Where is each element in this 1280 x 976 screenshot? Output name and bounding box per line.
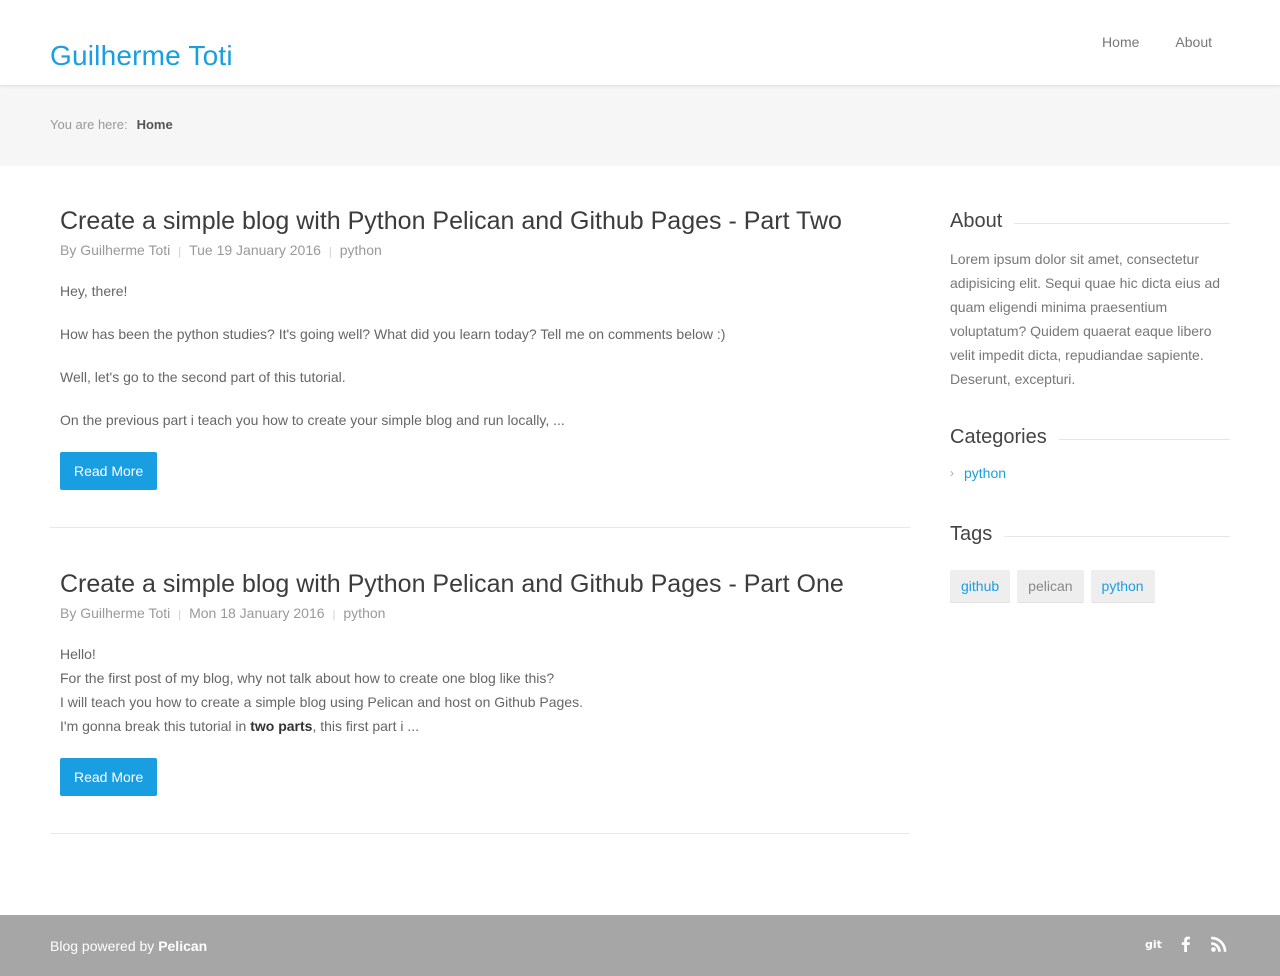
post-line: Hello! bbox=[60, 646, 96, 662]
breadcrumb: You are here: Home bbox=[50, 117, 173, 132]
footer-credit-text: Blog powered by bbox=[50, 938, 159, 954]
post-paragraph: Well, let's go to the second part of thi… bbox=[60, 369, 346, 385]
post-title-link[interactable]: Create a simple blog with Python Pelican… bbox=[60, 569, 910, 599]
post-summary: Create a simple blog with Python Pelican… bbox=[60, 206, 910, 490]
post-meta: By Guilherme Toti | Mon 18 January 2016 | py… bbox=[60, 605, 910, 621]
sidebar-tags: Tags github pelican python bbox=[950, 523, 1230, 602]
category-item[interactable]: › python bbox=[950, 465, 1230, 481]
main-nav: Home About bbox=[1102, 34, 1212, 50]
post-line-bold: two parts bbox=[250, 718, 313, 734]
sidebar-categories: Categories › python bbox=[950, 426, 1230, 481]
site-title-link[interactable]: Guilherme Toti bbox=[50, 40, 233, 72]
post-divider bbox=[50, 527, 910, 528]
site-footer: Blog powered by Pelican git bbox=[0, 915, 1280, 976]
tag-list: github pelican python bbox=[950, 570, 1230, 602]
pelican-link[interactable]: Pelican bbox=[158, 938, 207, 954]
about-text: Lorem ipsum dolor sit amet, consectetur … bbox=[950, 251, 1221, 387]
post-author-link[interactable]: By Guilherme Toti bbox=[60, 605, 170, 621]
post-excerpt: Hello! For the first post of my blog, wh… bbox=[60, 642, 910, 738]
site-header: Guilherme Toti Home About bbox=[0, 0, 1280, 86]
footer-credit: Blog powered by Pelican bbox=[50, 938, 207, 954]
post-category-link[interactable]: python bbox=[340, 242, 382, 258]
meta-separator: | bbox=[178, 609, 182, 621]
post-category-link[interactable]: python bbox=[343, 605, 385, 621]
social-links: git bbox=[1144, 935, 1228, 953]
category-link[interactable]: python bbox=[964, 465, 1006, 481]
post-paragraph: How has been the python studies? It's go… bbox=[60, 326, 726, 342]
post-author-link[interactable]: By Guilherme Toti bbox=[60, 242, 170, 258]
post-title-link[interactable]: Create a simple blog with Python Pelican… bbox=[60, 206, 910, 236]
facebook-icon[interactable] bbox=[1177, 935, 1195, 953]
post-meta: By Guilherme Toti | Tue 19 January 2016 | py… bbox=[60, 242, 910, 258]
nav-home-link[interactable]: Home bbox=[1102, 34, 1139, 50]
post-line-text: I'm gonna break this tutorial in bbox=[60, 718, 251, 734]
post-line: I will teach you how to create a simple … bbox=[60, 694, 583, 710]
post-divider bbox=[50, 833, 910, 834]
svg-text:git: git bbox=[1145, 938, 1162, 951]
sidebar-heading-about: About bbox=[950, 210, 1230, 233]
meta-separator: | bbox=[332, 609, 336, 621]
breadcrumb-prefix: You are here: bbox=[50, 117, 128, 132]
tag-pelican[interactable]: pelican bbox=[1017, 570, 1084, 602]
post-line: I'm gonna break this tutorial in two par… bbox=[60, 714, 910, 738]
sidebar-about: About Lorem ipsum dolor sit amet, consec… bbox=[950, 210, 1230, 391]
meta-separator: | bbox=[178, 246, 182, 258]
post-date: Mon 18 January 2016 bbox=[189, 605, 325, 621]
git-icon[interactable]: git bbox=[1144, 935, 1162, 953]
nav-about-link[interactable]: About bbox=[1175, 34, 1212, 50]
post-summary: Create a simple blog with Python Pelican… bbox=[60, 569, 910, 796]
tag-github[interactable]: github bbox=[950, 570, 1011, 602]
breadcrumb-bar: You are here: Home bbox=[0, 86, 1280, 166]
tag-python[interactable]: python bbox=[1090, 570, 1155, 602]
post-line: For the first post of my blog, why not t… bbox=[60, 670, 555, 686]
read-more-button[interactable]: Read More bbox=[60, 758, 158, 796]
breadcrumb-current: Home bbox=[136, 117, 173, 132]
sidebar-heading-categories: Categories bbox=[950, 426, 1230, 449]
post-paragraph: On the previous part i teach you how to … bbox=[60, 412, 565, 428]
sidebar-heading-tags: Tags bbox=[950, 523, 1230, 546]
rss-icon[interactable] bbox=[1210, 935, 1228, 953]
post-paragraph: Hey, there! bbox=[60, 283, 128, 299]
post-line-text: , this first part i ... bbox=[312, 718, 420, 734]
read-more-button[interactable]: Read More bbox=[60, 452, 158, 490]
post-date: Tue 19 January 2016 bbox=[189, 242, 321, 258]
meta-separator: | bbox=[328, 246, 332, 258]
chevron-right-icon: › bbox=[950, 466, 954, 480]
